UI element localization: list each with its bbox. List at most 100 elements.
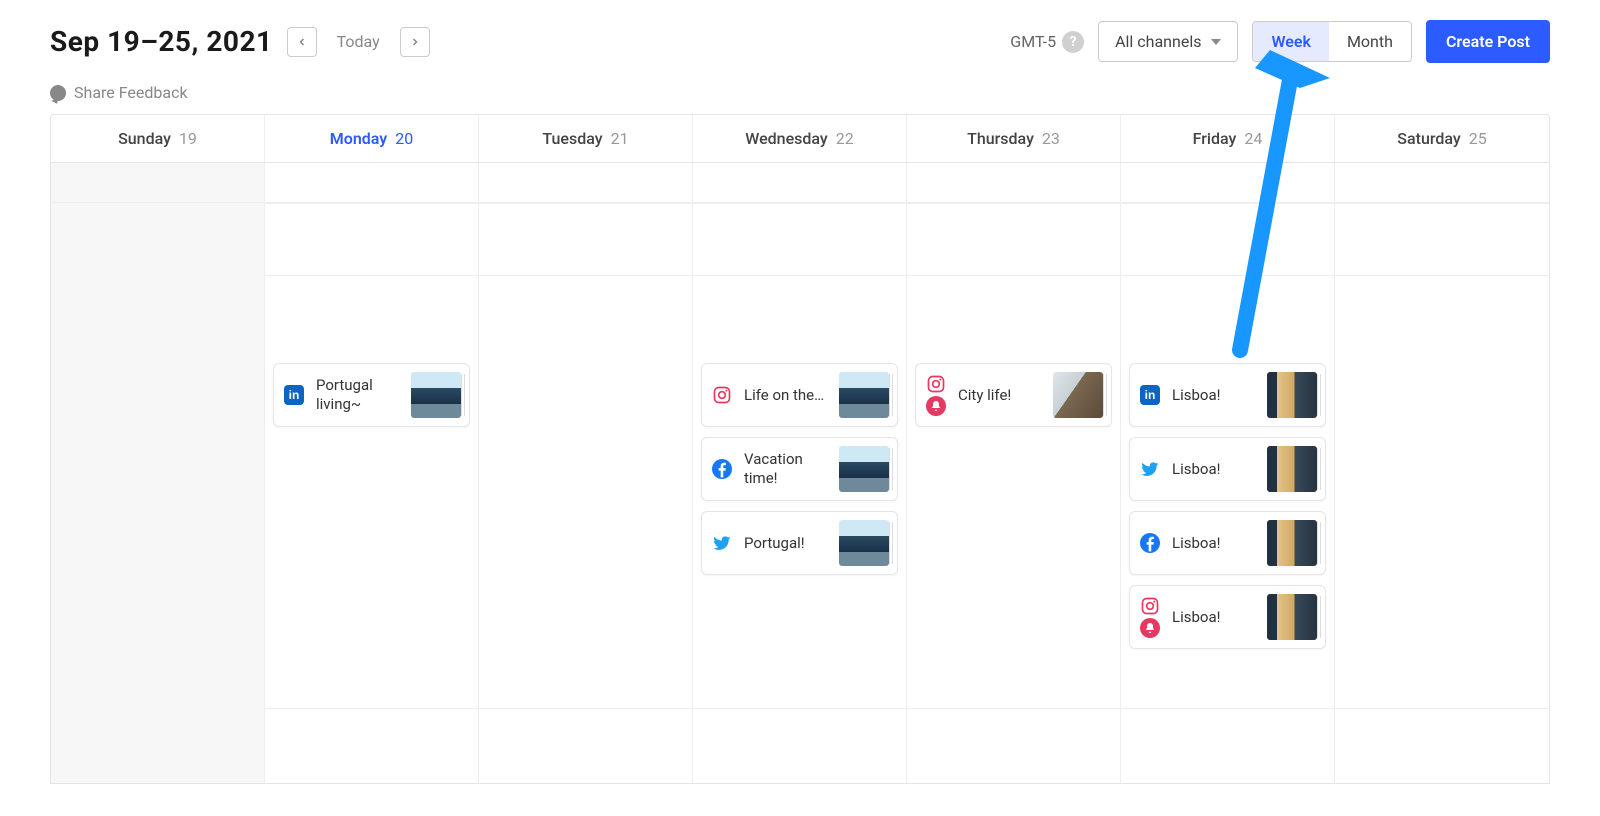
day-name: Thursday (967, 129, 1034, 148)
linkedin-icon: in (1140, 385, 1160, 405)
feedback-label: Share Feedback (74, 83, 188, 102)
post-thumbnail (1267, 372, 1317, 418)
post-text: Portugal! (744, 534, 829, 553)
channel-icons (1138, 459, 1162, 479)
day-column-thursday[interactable]: City life! (907, 163, 1121, 783)
drag-handle[interactable] (1317, 374, 1321, 416)
post-card[interactable]: Lisboa! (1129, 511, 1326, 575)
post-text: Lisboa! (1172, 608, 1257, 627)
help-icon[interactable]: ? (1062, 31, 1084, 53)
day-header-friday: Friday 24 (1121, 115, 1335, 162)
day-number: 25 (1469, 129, 1487, 148)
post-text: Life on the… (744, 386, 829, 405)
post-text: City life! (958, 386, 1043, 405)
channel-icons (1138, 596, 1162, 638)
view-week-button[interactable]: Week (1253, 22, 1328, 61)
day-header-tuesday: Tuesday 21 (479, 115, 693, 162)
post-thumbnail (1267, 520, 1317, 566)
day-column-wednesday[interactable]: Life on the… Vacation time! Portugal! (693, 163, 907, 783)
drag-handle[interactable] (461, 374, 465, 416)
post-text: Lisboa! (1172, 386, 1257, 405)
day-header-monday: Monday 20 (265, 115, 479, 162)
day-column-saturday[interactable] (1335, 163, 1549, 783)
create-post-button[interactable]: Create Post (1426, 20, 1550, 63)
post-card[interactable]: Vacation time! (701, 437, 898, 501)
post-text: Lisboa! (1172, 534, 1257, 553)
speech-bubble-icon (50, 85, 66, 101)
drag-handle[interactable] (889, 448, 893, 490)
post-thumbnail (1267, 594, 1317, 640)
drag-handle[interactable] (1317, 596, 1321, 638)
linkedin-icon: in (284, 385, 304, 405)
day-header-thursday: Thursday 23 (907, 115, 1121, 162)
day-name: Friday (1193, 129, 1237, 148)
instagram-icon (1140, 596, 1160, 616)
share-feedback-link[interactable]: Share Feedback (50, 83, 1550, 102)
day-number: 24 (1244, 129, 1262, 148)
today-button[interactable]: Today (331, 32, 386, 51)
day-column-friday[interactable]: in Lisboa! Lisboa! Lisboa! Lisboa! (1121, 163, 1335, 783)
instagram-icon (712, 385, 732, 405)
post-card[interactable]: Lisboa! (1129, 585, 1326, 649)
drag-handle[interactable] (889, 522, 893, 564)
day-name: Tuesday (542, 129, 602, 148)
day-number: 23 (1042, 129, 1060, 148)
post-card[interactable]: Life on the… (701, 363, 898, 427)
events-slot: Life on the… Vacation time! Portugal! (701, 363, 898, 575)
events-slot: City life! (915, 363, 1112, 427)
post-thumbnail (411, 372, 461, 418)
next-week-button[interactable] (400, 27, 430, 57)
channel-icons (710, 459, 734, 479)
events-slot: in Lisboa! Lisboa! Lisboa! Lisboa! (1129, 363, 1326, 649)
drag-handle[interactable] (1103, 374, 1107, 416)
day-name: Monday (330, 129, 387, 148)
day-number: 20 (395, 129, 413, 148)
channels-label: All channels (1115, 32, 1201, 51)
channels-dropdown[interactable]: All channels (1098, 21, 1238, 62)
post-thumbnail (839, 446, 889, 492)
day-number: 19 (179, 129, 197, 148)
day-name: Wednesday (745, 129, 828, 148)
view-month-button[interactable]: Month (1329, 22, 1411, 61)
post-card[interactable]: Lisboa! (1129, 437, 1326, 501)
day-name: Saturday (1397, 129, 1460, 148)
facebook-icon (1140, 533, 1160, 553)
drag-handle[interactable] (1317, 448, 1321, 490)
post-thumbnail (839, 520, 889, 566)
prev-week-button[interactable] (287, 27, 317, 57)
channel-icons: in (1138, 385, 1162, 405)
day-column-tuesday[interactable] (479, 163, 693, 783)
day-number: 22 (836, 129, 854, 148)
channel-icons (710, 385, 734, 405)
view-toggle: Week Month (1252, 21, 1411, 62)
post-card[interactable]: City life! (915, 363, 1112, 427)
drag-handle[interactable] (889, 374, 893, 416)
events-slot: inPortugal living~ (273, 363, 470, 427)
day-header-saturday: Saturday 25 (1335, 115, 1549, 162)
calendar-grid: Sunday 19 Monday 20 Tuesday 21 Wednesday 22 Thur… (50, 114, 1550, 784)
date-range-title: Sep 19–25, 2021 (50, 25, 273, 58)
post-thumbnail (1267, 446, 1317, 492)
post-thumbnail (839, 372, 889, 418)
chevron-down-icon (1211, 39, 1221, 45)
post-card[interactable]: Portugal! (701, 511, 898, 575)
channel-icons: in (282, 385, 306, 405)
post-text: Vacation time! (744, 450, 829, 488)
day-number: 21 (611, 129, 629, 148)
post-card[interactable]: in Lisboa! (1129, 363, 1326, 427)
day-header-wednesday: Wednesday 22 (693, 115, 907, 162)
day-name: Sunday (118, 129, 171, 148)
day-header-sunday: Sunday 19 (51, 115, 265, 162)
post-thumbnail (1053, 372, 1103, 418)
post-card[interactable]: inPortugal living~ (273, 363, 470, 427)
bell-icon (926, 396, 946, 416)
channel-icons (924, 374, 948, 416)
channel-icons (710, 533, 734, 553)
post-text: Lisboa! (1172, 460, 1257, 479)
day-column-monday[interactable]: inPortugal living~ (265, 163, 479, 783)
day-column-sunday[interactable] (51, 163, 265, 783)
drag-handle[interactable] (1317, 522, 1321, 564)
instagram-icon (926, 374, 946, 394)
twitter-icon (712, 533, 732, 553)
bell-icon (1140, 618, 1160, 638)
